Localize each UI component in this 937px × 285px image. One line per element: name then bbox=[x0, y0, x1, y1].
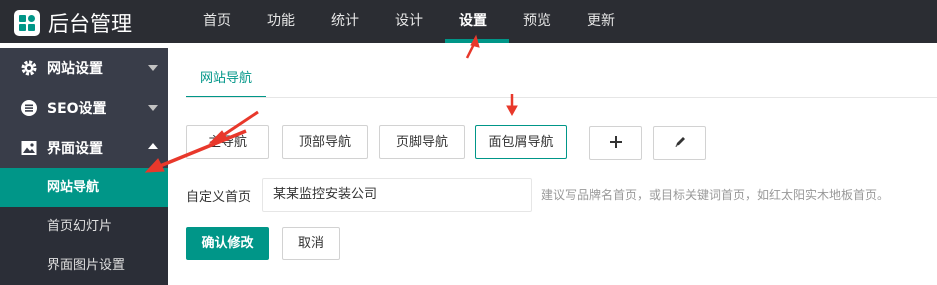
image-icon bbox=[20, 139, 38, 157]
nav-update[interactable]: 更新 bbox=[569, 0, 633, 43]
nav-design[interactable]: 设计 bbox=[377, 0, 441, 43]
cancel-button[interactable]: 取消 bbox=[282, 227, 340, 260]
breadcrumb-nav-button[interactable]: 面包屑导航 bbox=[475, 125, 567, 159]
arrow-to-settings bbox=[465, 41, 477, 59]
sidebar: 网站设置 SEO设置 界面设置 网站导航 首页幻灯片 界面图片设置 bbox=[0, 48, 168, 285]
app-logo[interactable]: 后台管理 bbox=[14, 8, 132, 38]
footer-nav-button[interactable]: 页脚导航 bbox=[379, 125, 465, 159]
confirm-button[interactable]: 确认修改 bbox=[186, 227, 269, 260]
custom-home-hint: 建议写品牌名首页，或目标关键词首页，如红太阳实木地板首页。 bbox=[541, 188, 890, 202]
add-button[interactable] bbox=[589, 126, 642, 160]
sidebar-submenu: 网站导航 首页幻灯片 界面图片设置 bbox=[0, 168, 168, 285]
chevron-down-icon bbox=[148, 105, 158, 111]
plus-icon bbox=[609, 136, 622, 148]
tab-site-nav[interactable]: 网站导航 bbox=[186, 60, 266, 97]
sidebar-group-label: 界面设置 bbox=[47, 141, 103, 157]
app-title: 后台管理 bbox=[48, 12, 132, 36]
nav-preview[interactable]: 预览 bbox=[505, 0, 569, 43]
sidebar-item-home-slides[interactable]: 首页幻灯片 bbox=[0, 207, 168, 246]
list-icon bbox=[20, 99, 38, 117]
custom-home-input[interactable]: 某某监控安装公司 bbox=[262, 178, 532, 212]
sidebar-item-site-nav[interactable]: 网站导航 bbox=[0, 168, 168, 207]
top-bar: 后台管理 首页 功能 统计 设计 设置 预览 更新 bbox=[0, 0, 937, 43]
top-nav: 首页 功能 统计 设计 设置 预览 更新 bbox=[185, 0, 633, 43]
chevron-up-icon bbox=[148, 143, 158, 149]
nav-active-indicator bbox=[445, 39, 509, 43]
pencil-icon bbox=[675, 137, 685, 147]
sidebar-group-label: 网站设置 bbox=[47, 61, 103, 77]
sidebar-group-label: SEO设置 bbox=[47, 101, 107, 117]
sidebar-group-site-settings[interactable]: 网站设置 bbox=[0, 48, 168, 88]
nav-home[interactable]: 首页 bbox=[185, 0, 249, 43]
nav-features[interactable]: 功能 bbox=[249, 0, 313, 43]
edit-button[interactable] bbox=[653, 126, 706, 160]
nav-stats[interactable]: 统计 bbox=[313, 0, 377, 43]
sidebar-group-ui-settings[interactable]: 界面设置 bbox=[0, 128, 168, 168]
tab-divider bbox=[186, 97, 937, 98]
custom-home-label: 自定义首页 bbox=[186, 190, 252, 205]
nav-settings[interactable]: 设置 bbox=[441, 0, 505, 43]
main-nav-button[interactable]: 主导航 bbox=[186, 125, 269, 159]
grid-logo-icon bbox=[14, 10, 40, 36]
gear-icon bbox=[20, 59, 38, 77]
chevron-down-icon bbox=[148, 65, 158, 71]
sidebar-item-ui-images[interactable]: 界面图片设置 bbox=[0, 246, 168, 285]
top-nav-button[interactable]: 顶部导航 bbox=[282, 125, 368, 159]
sidebar-group-seo-settings[interactable]: SEO设置 bbox=[0, 88, 168, 128]
